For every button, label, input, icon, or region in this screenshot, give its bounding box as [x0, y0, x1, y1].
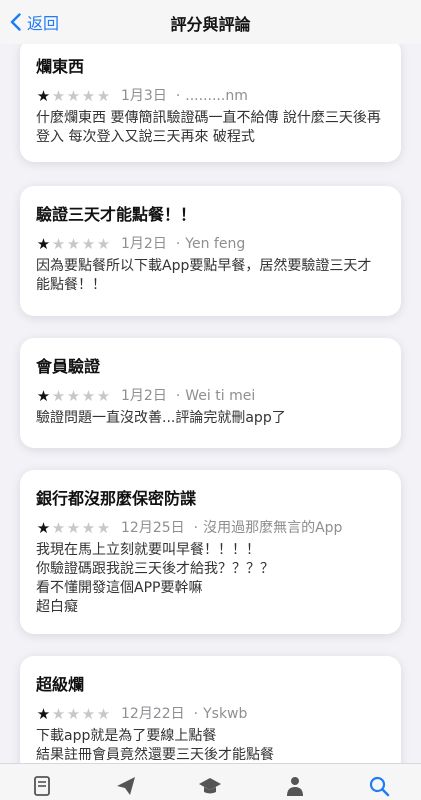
tab-document[interactable] [22, 764, 62, 796]
review-date: 1月2日 [121, 388, 167, 404]
review-author: Yen feng [185, 236, 246, 252]
star-rating: ★ ★ ★ ★ ★ [36, 235, 111, 253]
star-empty-icon: ★ [81, 705, 96, 723]
review-card: 會員驗證 ★ ★ ★ ★ ★ 1月2日 · Wei ti mei 驗證問題一直沒… [20, 338, 401, 448]
star-rating: ★ ★ ★ ★ ★ [36, 387, 111, 405]
review-date: 12月22日 [121, 706, 185, 722]
review-card: 超級爛 ★ ★ ★ ★ ★ 12月22日 · Yskwb 下載app就是為了要線… [20, 656, 401, 764]
review-date: 12月25日 [121, 520, 185, 536]
review-author: Wei ti mei [185, 388, 256, 404]
separator-dot: · [193, 706, 199, 722]
search-icon [369, 776, 390, 797]
star-filled-icon: ★ [36, 705, 51, 723]
reviews-list[interactable]: 爛東西 ★ ★ ★ ★ ★ 1月3日 · .........nm 什麼爛東西 要… [0, 44, 421, 764]
review-author: 沒用過那麼無言的App [203, 520, 343, 536]
star-empty-icon: ★ [96, 519, 111, 537]
person-icon [286, 777, 303, 796]
star-filled-icon: ★ [36, 235, 51, 253]
star-empty-icon: ★ [96, 235, 111, 253]
separator-dot: · [175, 88, 181, 104]
star-empty-icon: ★ [81, 87, 96, 105]
review-title: 爛東西 [36, 57, 85, 76]
star-filled-icon: ★ [36, 387, 51, 405]
review-title: 銀行都沒那麼保密防諜 [36, 489, 197, 508]
star-empty-icon: ★ [96, 387, 111, 405]
review-text: 我現在馬上立刻就要叫早餐！！！！ 你驗證碼跟我說三天後才給我？？？？ 看不懂開發… [36, 542, 274, 615]
review-title: 超級爛 [36, 675, 85, 694]
review-text: 下載app就是為了要線上點餐 結果註冊會員竟然還要三天後才能點餐 也太不方便了吧 [36, 728, 274, 763]
star-empty-icon: ★ [81, 235, 96, 253]
review-card: 爛東西 ★ ★ ★ ★ ★ 1月3日 · .........nm 什麼爛東西 要… [20, 44, 401, 162]
star-empty-icon: ★ [51, 87, 66, 105]
star-empty-icon: ★ [96, 705, 111, 723]
tab-bar [0, 763, 421, 800]
star-rating: ★ ★ ★ ★ ★ [36, 705, 111, 723]
tab-person[interactable] [275, 764, 315, 796]
review-author: .........nm [185, 88, 248, 104]
star-filled-icon: ★ [36, 519, 51, 537]
review-date: 1月3日 [121, 88, 167, 104]
star-empty-icon: ★ [96, 87, 111, 105]
review-card: 驗證三天才能點餐！！ ★ ★ ★ ★ ★ 1月2日 · Yen feng 因為要… [20, 186, 401, 316]
star-empty-icon: ★ [66, 387, 81, 405]
star-empty-icon: ★ [66, 235, 81, 253]
document-icon [34, 776, 50, 796]
star-rating: ★ ★ ★ ★ ★ [36, 519, 111, 537]
star-empty-icon: ★ [66, 705, 81, 723]
tab-send[interactable] [106, 764, 146, 795]
review-card: 銀行都沒那麼保密防諜 ★ ★ ★ ★ ★ 12月25日 · 沒用過那麼無言的Ap… [20, 470, 401, 634]
star-empty-icon: ★ [51, 519, 66, 537]
review-date: 1月2日 [121, 236, 167, 252]
review-text: 驗證問題一直沒改善...評論完就刪app了 [36, 410, 286, 426]
review-text: 什麼爛東西 要傳簡訊驗證碼一直不給傳 說什麼三天後再登入 每次登入又說三天再來 … [36, 110, 381, 145]
star-filled-icon: ★ [36, 87, 51, 105]
star-empty-icon: ★ [51, 705, 66, 723]
star-empty-icon: ★ [51, 235, 66, 253]
separator-dot: · [175, 236, 181, 252]
tab-learn[interactable] [190, 764, 230, 794]
review-text: 因為要點餐所以下載App要點早餐，居然要驗證三天才能點餐！！ [36, 258, 372, 293]
star-empty-icon: ★ [51, 387, 66, 405]
star-rating: ★ ★ ★ ★ ★ [36, 87, 111, 105]
tab-search[interactable] [359, 764, 399, 797]
review-author: Yskwb [203, 706, 248, 722]
review-title: 會員驗證 [36, 357, 101, 376]
star-empty-icon: ★ [66, 87, 81, 105]
paper-plane-icon [117, 777, 136, 795]
page-title: 評分與評論 [170, 15, 251, 34]
graduation-cap-icon [199, 778, 222, 794]
star-empty-icon: ★ [66, 519, 81, 537]
star-empty-icon: ★ [81, 387, 96, 405]
separator-dot: · [175, 388, 181, 404]
separator-dot: · [193, 520, 199, 536]
review-title: 驗證三天才能點餐！！ [36, 205, 197, 224]
nav-bar: 返回 評分與評論 [0, 0, 421, 44]
star-empty-icon: ★ [81, 519, 96, 537]
